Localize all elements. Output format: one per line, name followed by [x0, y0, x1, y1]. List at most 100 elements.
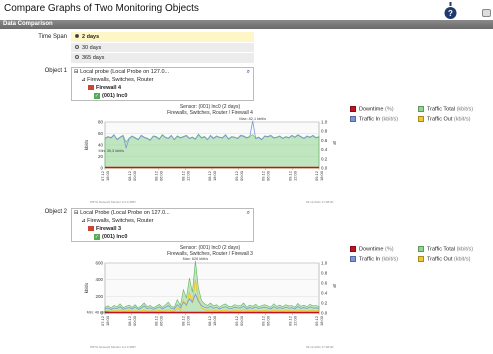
legend-item-traffic-total: Traffic Total (kbit/s) — [418, 106, 473, 112]
x-tick-label-time: 06:00 — [266, 315, 271, 326]
firewall-icon — [88, 85, 94, 91]
x-tick-label-time: 06:00 — [159, 315, 164, 326]
y2-tick-label: 0.8 — [321, 129, 328, 134]
object2-sensor[interactable]: ✓ (001) lnc0 — [72, 233, 253, 241]
graph-object1: Sensor: (001) lnc0 (2 days) Firewalls, Sw… — [83, 102, 338, 198]
y2-tick-label: 0.2 — [321, 301, 328, 306]
legend-swatch — [350, 116, 356, 122]
legend-item-traffic-out: Traffic Out (kbit/s) — [418, 256, 470, 262]
y2-axis-label: % — [333, 141, 336, 147]
folder-icon: ⊿ — [81, 77, 86, 83]
x-tick-label-time: 18:00 — [319, 170, 324, 181]
x-tick-label-time: 12:00 — [292, 315, 297, 326]
legend-item-traffic-total: Traffic Total (kbit/s) — [418, 246, 473, 252]
y2-tick-label: 1.0 — [321, 120, 328, 125]
object1-label: Object 1 — [44, 68, 67, 74]
graph2-footnote-right: 09.12.2011 17:08:00 — [306, 345, 334, 349]
min-annotation: Min: 46 kbit/s — [87, 311, 109, 315]
firewall-icon — [88, 226, 94, 232]
y2-tick-label: 0.2 — [321, 156, 328, 161]
y-axis-label: kbit/s — [84, 139, 89, 150]
object2-selector[interactable]: ⌕ ⊟ Local Probe (Local Probe on 127.0...… — [71, 208, 254, 242]
x-tick-label-time: 18:00 — [212, 315, 217, 326]
y-tick-label: 20 — [98, 154, 104, 159]
graph-object2: Sensor: (001) lnc0 (2 days) Firewalls, Sw… — [83, 243, 338, 343]
y-tick-label: 60 — [98, 131, 104, 136]
object2-group[interactable]: ⊿ Firewalls, Switches, Router — [72, 217, 253, 225]
graph1-footnote-left: PRTG Network Monitor 9.2.0.3897 — [90, 200, 136, 204]
time-span-option-label: 2 days — [82, 34, 100, 40]
sensor-ok-icon: ✓ — [94, 92, 100, 99]
legend-swatch — [350, 246, 356, 252]
legend-item-downtime: Downtime (%) — [350, 106, 394, 112]
graph2-footnote-left: PRTG Network Monitor 9.2.0.3897 — [90, 345, 136, 349]
x-tick-label-time: 00:00 — [132, 170, 137, 181]
time-span-label: Time Span — [38, 34, 67, 40]
y2-tick-label: 0.6 — [321, 138, 328, 143]
time-span-option-30days[interactable]: 30 days — [71, 42, 254, 53]
chart-subtitle: Firewalls, Switches, Router / Firewall 4 — [167, 110, 253, 116]
x-tick-label-time: 06:00 — [159, 170, 164, 181]
min-annotation: Min: 35,3 kbit/s — [99, 149, 125, 153]
y2-tick-label: 0.8 — [321, 271, 328, 276]
y2-tick-label: 0.4 — [321, 147, 328, 152]
legend-item-downtime: Downtime (%) — [350, 246, 394, 252]
y2-tick-label: 1.0 — [321, 261, 328, 266]
legend-item-traffic-in: Traffic In (kbit/s) — [350, 116, 398, 122]
time-span-option-365days[interactable]: 365 days — [71, 53, 254, 64]
time-span-option-label: 30 days — [82, 44, 102, 51]
section-header: Data Comparison — [0, 20, 493, 29]
sensor-ok-icon: ✓ — [94, 233, 100, 240]
x-tick-label-time: 00:00 — [132, 315, 137, 326]
object1-device[interactable]: Firewall 4 — [72, 84, 253, 92]
graph-object1-svg: Sensor: (001) lnc0 (2 days)Firewalls, Sw… — [84, 104, 338, 181]
time-span-option-label: 365 days — [82, 55, 105, 61]
legend-swatch — [418, 246, 424, 252]
x-tick-label-time: 00:00 — [239, 170, 244, 181]
x-tick-label-time: 18:00 — [105, 170, 110, 181]
y-tick-label: 400 — [95, 277, 103, 282]
y-axis-label: kbit/s — [84, 282, 89, 293]
object1-sensor[interactable]: ✓ (001) lnc0 — [72, 92, 253, 100]
object1-group[interactable]: ⊿ Firewalls, Switches, Router — [72, 76, 253, 84]
y-tick-label: 600 — [95, 261, 103, 266]
radio-icon — [75, 34, 79, 39]
object2-label: Object 2 — [44, 209, 67, 215]
search-icon[interactable]: ⌕ — [247, 210, 250, 217]
y-tick-label: 0 — [100, 166, 103, 171]
graph1-footnote-right: 09.12.2011 17:08:00 — [306, 200, 334, 204]
print-icon[interactable] — [482, 9, 491, 17]
search-icon[interactable]: ⌕ — [247, 69, 250, 76]
radio-icon — [75, 55, 79, 60]
page-title: Compare Graphs of Two Monitoring Objects — [4, 3, 199, 14]
object1-selector[interactable]: ⌕ ⊟ Local probe (Local Probe on 127.0...… — [71, 67, 254, 101]
object1-probe[interactable]: ⊟ Local probe (Local Probe on 127.0... — [72, 68, 253, 76]
radio-icon — [75, 44, 79, 49]
y2-axis-label: % — [333, 284, 336, 290]
legend-item-traffic-out: Traffic Out (kbit/s) — [418, 116, 470, 122]
legend-item-traffic-in: Traffic In (kbit/s) — [350, 256, 398, 262]
chart-subtitle: Firewalls, Switches, Router / Firewall 3 — [167, 251, 253, 257]
x-tick-label-time: 18:00 — [319, 315, 324, 326]
graph-object2-svg: Sensor: (001) lnc0 (2 days)Firewalls, Sw… — [84, 245, 338, 326]
y2-tick-label: 0.0 — [321, 311, 328, 316]
legend-swatch — [418, 106, 424, 112]
object2-probe[interactable]: ⊟ Local Probe (Local Probe on 127.0... — [72, 209, 253, 217]
x-tick-label-time: 00:00 — [239, 315, 244, 326]
x-tick-label-time: 12:00 — [185, 315, 190, 326]
help-icon[interactable]: ? — [444, 2, 457, 20]
legend-swatch — [418, 116, 424, 122]
legend-swatch — [350, 106, 356, 112]
max-annotation: Max: 626 kbit/s — [183, 257, 209, 261]
legend-swatch — [418, 256, 424, 262]
x-tick-label-time: 18:00 — [212, 170, 217, 181]
x-tick-label-time: 12:00 — [292, 170, 297, 181]
x-tick-label-time: 06:00 — [266, 170, 271, 181]
object2-device[interactable]: Firewall 3 — [72, 225, 253, 233]
y2-tick-label: 0.4 — [321, 291, 328, 296]
time-span-option-2days[interactable]: 2 days — [71, 32, 254, 43]
x-tick-label-time: 12:00 — [185, 170, 190, 181]
svg-text:?: ? — [448, 9, 453, 18]
y-tick-label: 80 — [98, 120, 104, 125]
folder-icon: ⊿ — [81, 218, 86, 224]
